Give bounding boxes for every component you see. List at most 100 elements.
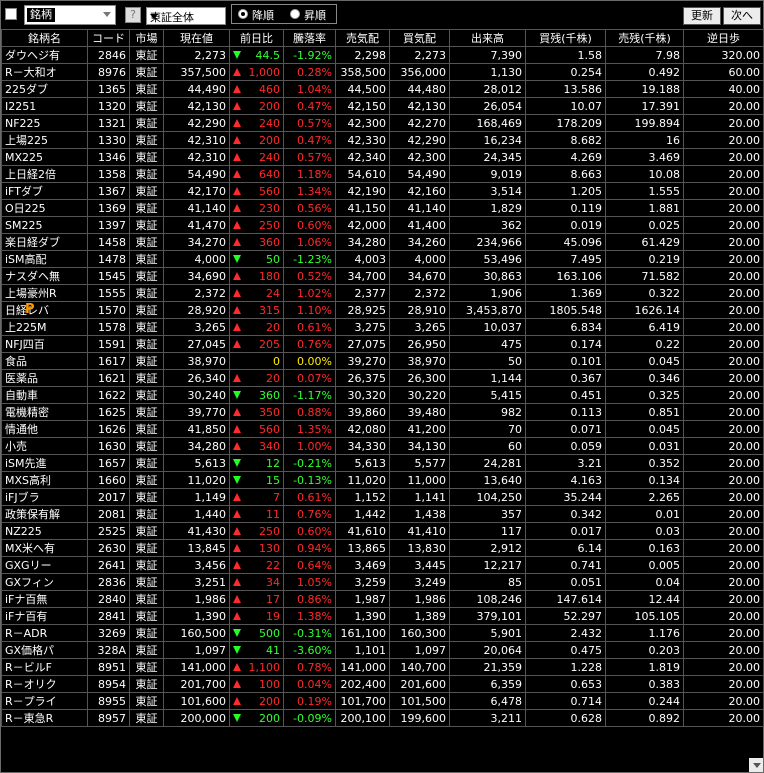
- table-row[interactable]: R－大和オ 8976 東証 357,500 1,000 0.28% 358,500 356,0…: [1, 63, 764, 81]
- table-row[interactable]: MX225 1346 東証 42,310 240 0.57% 42,340 42,300 24,…: [1, 148, 764, 166]
- reverse-fee-cell-text: 20.00: [728, 456, 761, 470]
- reverse-fee-cell: 20.00: [683, 675, 764, 693]
- table-row[interactable]: 上日経2倍 1358 東証 54,490 640 1.18% 54,610 54,490 9,0…: [1, 165, 764, 183]
- margin-sell-cell: 0.492: [605, 63, 684, 81]
- table-row[interactable]: iSM先進 1657 東証 5,613 12 -0.21% 5,613 5,577 24,281…: [1, 454, 764, 472]
- column-header[interactable]: コード: [87, 29, 130, 47]
- table-row[interactable]: 楽日経ダブ 1458 東証 34,270 360 1.06% 34,280 34,260 234…: [1, 233, 764, 251]
- table-row[interactable]: 食品 1617 東証 38,970 0 0.00% 39,270 38,970 50 0.101 0…: [1, 352, 764, 370]
- margin-buy-cell-text: 0.051: [570, 575, 603, 589]
- table-row[interactable]: R－ADR 3269 東証 160,500 500 -0.31% 161,100 160,30…: [1, 624, 764, 642]
- margin-sell-cell-text: 0.025: [648, 218, 681, 232]
- stock-code-cell: 2017: [87, 488, 130, 506]
- sort-desc-radio[interactable]: [238, 9, 248, 19]
- margin-buy-cell-text: 0.653: [570, 677, 603, 691]
- bid-price-cell-text: 28,910: [407, 303, 447, 317]
- table-row[interactable]: iSM高配 1478 東証 4,000 50 -1.23% 4,003 4,000 53,496…: [1, 250, 764, 268]
- column-header[interactable]: 騰落率: [283, 29, 336, 47]
- stock-code-cell: 1458: [87, 233, 130, 251]
- table-row[interactable]: 上225M 1578 東証 3,265 20 0.61% 3,275 3,265 10,037 6…: [1, 318, 764, 336]
- volume-cell: 85: [449, 573, 526, 591]
- column-header[interactable]: 前日比: [229, 29, 284, 47]
- column-header[interactable]: 市場: [129, 29, 164, 47]
- column-header[interactable]: 売気配: [335, 29, 390, 47]
- table-row[interactable]: iFTダブ 1367 東証 42,170 560 1.34% 42,190 42,160 3,5…: [1, 182, 764, 200]
- change-cell: 24: [229, 284, 284, 302]
- column-header[interactable]: 銘柄名: [1, 29, 88, 47]
- next-button[interactable]: 次へ: [723, 7, 761, 25]
- table-row[interactable]: R－プライ 8955 東証 101,600 200 0.19% 101,700 101,500…: [1, 692, 764, 710]
- reverse-fee-cell-text: 20.00: [728, 320, 761, 334]
- table-row[interactable]: SM225 1397 東証 41,470 250 0.60% 42,000 41,400 362…: [1, 216, 764, 234]
- margin-sell-cell: 0.325: [605, 386, 684, 404]
- table-row[interactable]: iFJブラ 2017 東証 1,149 7 0.61% 1,152 1,141 104,250 3…: [1, 488, 764, 506]
- update-button[interactable]: 更新: [683, 7, 721, 25]
- column-header[interactable]: 出来高: [449, 29, 526, 47]
- margin-sell-cell-text: 6.419: [648, 320, 681, 334]
- table-row[interactable]: MXS高利 1660 東証 11,020 15 -0.13% 11,020 11,000 13,…: [1, 471, 764, 489]
- stock-name-cell: NF225: [1, 114, 88, 132]
- bid-price-cell: 199,600: [389, 709, 450, 727]
- table-row[interactable]: R－東急R 8957 東証 200,000 200 -0.09% 200,100 199,60…: [1, 709, 764, 727]
- table-row[interactable]: NF225 1321 東証 42,290 240 0.57% 42,300 42,270 168…: [1, 114, 764, 132]
- sort-asc-radio[interactable]: [290, 9, 300, 19]
- margin-buy-cell: 7.495: [525, 250, 606, 268]
- table-row[interactable]: iFナ百無 2840 東証 1,986 17 0.86% 1,987 1,986 108,246…: [1, 590, 764, 608]
- volume-cell-text: 1,829: [490, 201, 523, 215]
- ask-price-cell-text: 161,100: [340, 626, 387, 640]
- volume-cell: 1,144: [449, 369, 526, 387]
- scroll-down-button[interactable]: [749, 758, 763, 772]
- reverse-fee-cell: 20.00: [683, 352, 764, 370]
- table-row[interactable]: ナスダヘ無 1545 東証 34,690 180 0.52% 34,700 34,670 30,…: [1, 267, 764, 285]
- market-cell: 東証: [129, 386, 164, 404]
- table-row[interactable]: NZ225 2525 東証 41,430 250 0.60% 41,610 41,410 117…: [1, 522, 764, 540]
- table-row[interactable]: I2251 1320 東証 42,130 200 0.47% 42,150 42,130 26,…: [1, 97, 764, 115]
- margin-buy-cell-text: 35.244: [563, 490, 603, 504]
- table-row[interactable]: MX米へ有 2630 東証 13,845 130 0.94% 13,865 13,830 2,9…: [1, 539, 764, 557]
- volume-cell: 26,054: [449, 97, 526, 115]
- price-cell-text: 26,340: [187, 371, 227, 385]
- market-cell-text: 東証: [135, 389, 158, 402]
- stock-name-cell: 上225M: [1, 318, 88, 336]
- table-row[interactable]: 自動車 1622 東証 30,240 360 -1.17% 30,320 30,220 5,41…: [1, 386, 764, 404]
- table-row[interactable]: 情通他 1626 東証 41,850 560 1.35% 42,080 41,200 70 0.0…: [1, 420, 764, 438]
- table-row[interactable]: GXGリー 2641 東証 3,456 22 0.64% 3,469 3,445 12,217 0…: [1, 556, 764, 574]
- table-row[interactable]: GX価格パ 328A 東証 1,097 41 -3.60% 1,101 1,097 20,064…: [1, 641, 764, 659]
- column-header[interactable]: 逆日歩: [683, 29, 764, 47]
- table-row[interactable]: 225ダブ 1365 東証 44,490 460 1.04% 44,500 44,480 28,…: [1, 80, 764, 98]
- stock-name-combo[interactable]: 銘柄: [24, 5, 116, 25]
- table-row[interactable]: ダウヘジ有 2846 東証 2,273 44.5 -1.92% 2,298 2,273 7,39…: [1, 46, 764, 64]
- column-header[interactable]: 売残(千株): [605, 29, 684, 47]
- price-cell-text: 42,130: [187, 99, 227, 113]
- margin-sell-cell: 12.44: [605, 590, 684, 608]
- column-header[interactable]: 買気配: [389, 29, 450, 47]
- table-row[interactable]: 日経レバ P 1570 東証 28,920 315 1.10% 28,925 28,910 3,4…: [1, 301, 764, 319]
- margin-buy-cell: 0.017: [525, 522, 606, 540]
- table-row[interactable]: 政策保有解 2081 東証 1,440 11 0.76% 1,442 1,438 357 0.34…: [1, 505, 764, 523]
- select-all-checkbox[interactable]: [5, 8, 17, 20]
- market-select[interactable]: 東証全体: [146, 7, 226, 25]
- change-cell-text: 130: [259, 541, 280, 555]
- change-cell-text: 205: [259, 337, 280, 351]
- table-row[interactable]: 小売 1630 東証 34,280 340 1.00% 34,330 34,130 60 0.05…: [1, 437, 764, 455]
- market-cell-text: 東証: [135, 372, 158, 385]
- table-row[interactable]: iFナ百有 2841 東証 1,390 19 1.38% 1,390 1,389 379,101…: [1, 607, 764, 625]
- table-row[interactable]: O日225 1369 東証 41,140 230 0.56% 41,150 41,140 1,8…: [1, 199, 764, 217]
- bid-price-cell: 1,438: [389, 505, 450, 523]
- market-cell-text: 東証: [135, 491, 158, 504]
- table-row[interactable]: 上場225 1330 東証 42,310 200 0.47% 42,330 42,290 16,…: [1, 131, 764, 149]
- column-header[interactable]: 買残(千株): [525, 29, 606, 47]
- help-button[interactable]: ?: [125, 7, 141, 23]
- table-row[interactable]: NFJ四百 1591 東証 27,045 205 0.76% 27,075 26,950 475…: [1, 335, 764, 353]
- stock-code-cell: 8951: [87, 658, 130, 676]
- table-row[interactable]: 上場豪州R 1555 東証 2,372 24 1.02% 2,377 2,372 1,906 1.…: [1, 284, 764, 302]
- price-cell: 34,270: [163, 233, 230, 251]
- table-row[interactable]: R－オリク 8954 東証 201,700 100 0.04% 202,400 201,600…: [1, 675, 764, 693]
- table-row[interactable]: 医薬品 1621 東証 26,340 20 0.07% 26,375 26,300 1,144 0…: [1, 369, 764, 387]
- table-row[interactable]: R－ビルF 8951 東証 141,000 1,100 0.78% 141,000 140,7…: [1, 658, 764, 676]
- column-header[interactable]: 現在値: [163, 29, 230, 47]
- table-row[interactable]: GXフィン 2836 東証 3,251 34 1.05% 3,259 3,249 85 0.051…: [1, 573, 764, 591]
- stock-name-cell-text: NF225: [5, 116, 41, 130]
- price-cell-text: 41,850: [187, 422, 227, 436]
- table-row[interactable]: 電機精密 1625 東証 39,770 350 0.88% 39,860 39,480 982 0…: [1, 403, 764, 421]
